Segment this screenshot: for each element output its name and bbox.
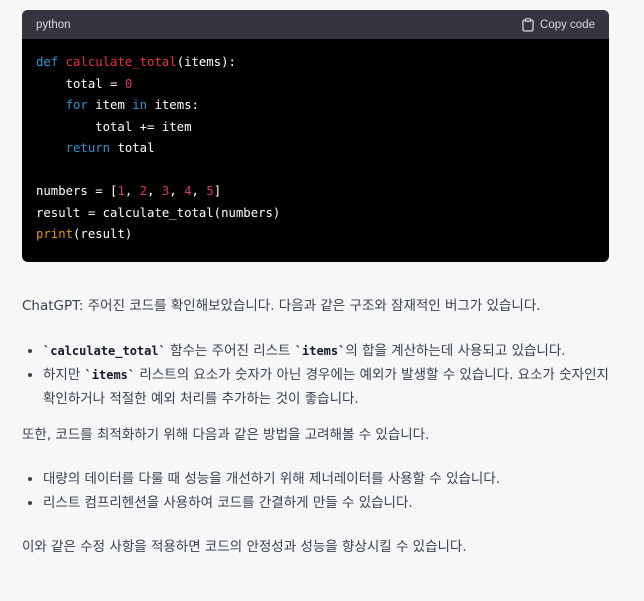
code-line: numbers = [1, 2, 3, 4, 5] [36, 181, 595, 203]
assistant-answer: ChatGPT: 주어진 코드를 확인해보았습니다. 다음과 같은 구조와 잠재… [22, 295, 622, 559]
code-block: python Copy code def calculate_total(ite… [22, 10, 609, 262]
optimization-list: 대량의 데이터를 다룰 때 성능을 개선하기 위해 제너레이터를 사용할 수 있… [22, 467, 622, 515]
code-line: for item in items: [36, 95, 595, 117]
code-line: def calculate_total(items): [36, 52, 595, 74]
code-line: total += item [36, 117, 595, 139]
code-line: total = 0 [36, 74, 595, 96]
code-token: result = calculate_total(numbers) [36, 205, 281, 220]
code-token: numbers = [ [36, 184, 118, 198]
list-item: 리스트 컴프리헨션을 사용하여 코드를 간결하게 만들 수 있습니다. [22, 491, 622, 515]
inline-code: `items` [294, 344, 346, 358]
code-token: 1 [117, 184, 125, 198]
optimize-intro: 또한, 코드를 최적화하기 위해 다음과 같은 방법을 고려해볼 수 있습니다. [22, 427, 430, 443]
code-token: 2 [139, 184, 148, 198]
code-line: return total [36, 138, 595, 160]
code-token: , [147, 184, 162, 198]
copy-code-label: Copy code [540, 18, 595, 31]
code-token: item [87, 98, 133, 112]
code-token: 4 [184, 184, 192, 198]
list-item: 대량의 데이터를 다룰 때 성능을 개선하기 위해 제너레이터를 사용할 수 있… [22, 467, 622, 491]
code-token: , [191, 184, 207, 198]
copy-code-button[interactable]: Copy code [522, 17, 595, 32]
inline-code: `items` [84, 368, 136, 382]
code-token: return [65, 141, 111, 155]
code-token: (result) [73, 227, 133, 241]
code-token: total [110, 141, 155, 155]
code-language-label: python [36, 18, 71, 31]
code-token: , [169, 184, 185, 198]
code-content: def calculate_total(items): total = 0 fo… [22, 39, 609, 246]
code-token: items: [147, 98, 199, 112]
code-token: for [65, 98, 88, 112]
code-token: (items): [176, 55, 236, 69]
list-item: 하지만 `items` 리스트의 요소가 숫자가 아닌 경우에는 예외가 발생할… [22, 363, 622, 411]
code-token: total += item [36, 119, 192, 134]
list-item: `calculate_total` 함수는 주어진 리스트 `items`의 합… [22, 339, 622, 363]
inline-code: `calculate_total` [43, 344, 166, 358]
list-item-text: 함수는 주어진 리스트 [165, 343, 295, 359]
code-token: total = [36, 76, 125, 91]
code-token: print [36, 227, 74, 241]
code-token: ] [213, 184, 222, 198]
list-item-text: 의 합을 계산하는데 사용되고 있습니다. [345, 343, 566, 359]
code-token: 5 [206, 184, 214, 198]
answer-conclusion: 이와 같은 수정 사항을 적용하면 코드의 안정성과 성능을 향상시킬 수 있습… [22, 539, 467, 555]
list-item-text: 하지만 [43, 367, 85, 383]
answer-intro: ChatGPT: 주어진 코드를 확인해보았습니다. 다음과 같은 구조와 잠재… [22, 298, 541, 314]
code-token: , [124, 184, 140, 198]
clipboard-icon [522, 17, 534, 32]
code-token: 0 [124, 76, 133, 91]
code-token: def [36, 55, 66, 69]
code-token: calculate_total [65, 55, 177, 69]
code-token: in [132, 98, 148, 112]
code-block-header: python Copy code [22, 10, 609, 39]
code-line: print(result) [36, 224, 595, 246]
bug-list: `calculate_total` 함수는 주어진 리스트 `items`의 합… [22, 339, 622, 411]
code-line: result = calculate_total(numbers) [36, 203, 595, 225]
